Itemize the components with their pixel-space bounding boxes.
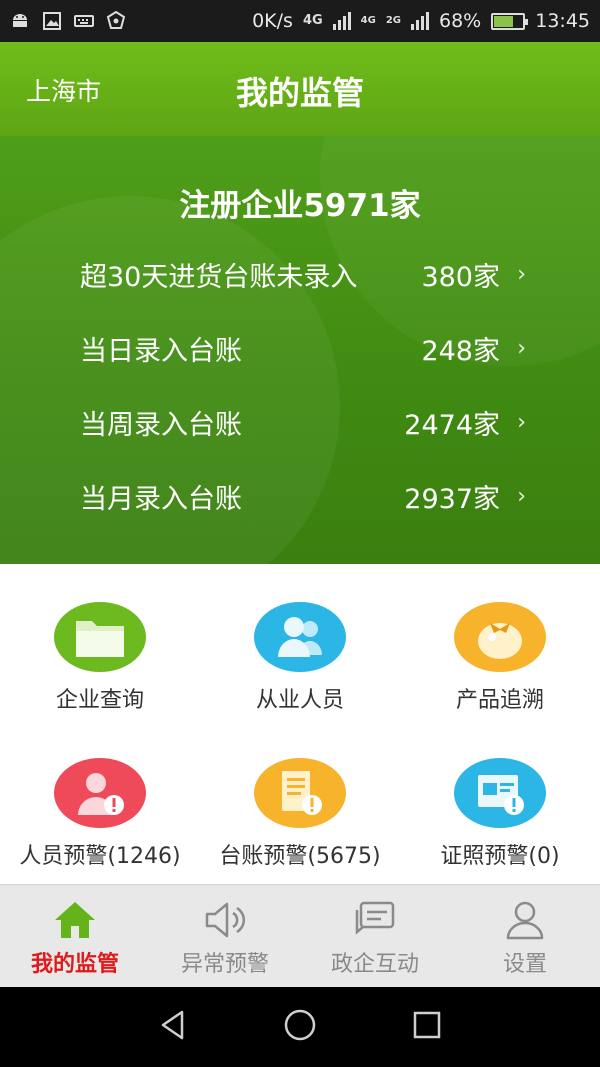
clock: 13:45 (535, 10, 590, 32)
image-icon (42, 11, 62, 31)
tile-label: 企业查询 (55, 688, 144, 713)
back-icon[interactable] (158, 1009, 188, 1045)
stat-value: 248家 (421, 335, 500, 367)
network-4g-label: 4G (302, 13, 323, 28)
stat-label: 当周录入台账 (80, 409, 242, 441)
chevron-right-icon: › (517, 261, 526, 287)
nav-abnormal-alert[interactable]: 异常预警 (150, 885, 300, 987)
android-icon (10, 11, 30, 31)
home-button-icon[interactable] (283, 1008, 317, 1046)
recents-icon[interactable] (412, 1010, 442, 1044)
tile-company-query[interactable]: 企业查询 (0, 564, 200, 714)
stat-value: 380家 (421, 261, 500, 293)
signal-icon (332, 12, 351, 30)
stat-label: 超30天进货台账未录入 (80, 261, 358, 293)
net-speed: 0K/s (252, 10, 293, 32)
system-nav-bar (0, 987, 600, 1067)
license-alert-icon (454, 758, 546, 828)
ledger-alert-icon (254, 758, 346, 828)
person-alert-icon (54, 758, 146, 828)
home-icon (52, 897, 98, 943)
people-icon (254, 602, 346, 672)
stat-value: 2474家 (404, 409, 500, 441)
battery-percent: 68% (439, 10, 482, 32)
user-icon (502, 897, 548, 943)
tile-license-alert[interactable]: 证照预警(0) (400, 720, 600, 870)
tile-label: 从业人员 (255, 688, 344, 713)
tile-product-trace[interactable]: 产品追溯 (400, 564, 600, 714)
summary-panel: 注册企业5971家 超30天进货台账未录入 380家 › 当日录入台账 248家… (0, 136, 600, 564)
tile-label: 证照预警(0) (440, 844, 560, 869)
nav-settings[interactable]: 设置 (450, 885, 600, 987)
app-header: 上海市 我的监管 (0, 42, 600, 136)
stat-row-weekly[interactable]: 当周录入台账 2474家 › (80, 402, 526, 442)
battery-icon (491, 12, 529, 30)
bottom-nav: 我的监管 异常预警 政企互动 设置 (0, 884, 600, 987)
stat-row-monthly[interactable]: 当月录入台账 2937家 › (80, 476, 526, 516)
nav-label: 政企互动 (330, 952, 419, 977)
network-4g-label-2: 4G (360, 15, 376, 26)
tile-person-alert[interactable]: 人员预警(1246) (0, 720, 200, 870)
signal-icon-2 (411, 12, 429, 30)
folder-icon (54, 602, 146, 672)
tile-label: 产品追溯 (455, 688, 544, 713)
chat-icon (352, 897, 398, 943)
status-bar: 0K/s 4G 4G 2G 68% 13:45 (0, 0, 600, 42)
chevron-right-icon: › (517, 483, 526, 509)
shield-icon (106, 10, 126, 31)
stat-label: 当月录入台账 (80, 483, 242, 515)
stat-label: 当日录入台账 (80, 335, 242, 367)
function-grid: 企业查询 从业人员 产品追溯 人员预警(1246) 台账预警(5675) 证照预… (0, 564, 600, 884)
tomato-icon (454, 602, 546, 672)
network-2g-label: 2G (385, 15, 401, 26)
speaker-icon (202, 897, 248, 943)
chevron-right-icon: › (517, 409, 526, 435)
registered-companies-title: 注册企业5971家 (179, 188, 421, 224)
nav-gov-enterprise[interactable]: 政企互动 (300, 885, 450, 987)
nav-label: 我的监管 (30, 952, 119, 977)
tile-employees[interactable]: 从业人员 (200, 564, 400, 714)
tile-label: 人员预警(1246) (19, 844, 181, 869)
stat-row-daily[interactable]: 当日录入台账 248家 › (80, 328, 526, 368)
tile-ledger-alert[interactable]: 台账预警(5675) (200, 720, 400, 870)
nav-label: 设置 (502, 952, 547, 977)
keyboard-icon (74, 11, 94, 31)
page-title: 我的监管 (235, 74, 364, 112)
nav-my-supervision[interactable]: 我的监管 (0, 885, 150, 987)
app-screen: 0K/s 4G 4G 2G 68% 13:45 上海市 我的监管 注册企业597… (0, 0, 600, 1067)
tile-label: 台账预警(5675) (219, 844, 381, 869)
nav-label: 异常预警 (180, 952, 269, 977)
stat-value: 2937家 (404, 483, 500, 515)
stat-row-overdue[interactable]: 超30天进货台账未录入 380家 › (80, 254, 526, 294)
chevron-right-icon: › (517, 335, 526, 361)
